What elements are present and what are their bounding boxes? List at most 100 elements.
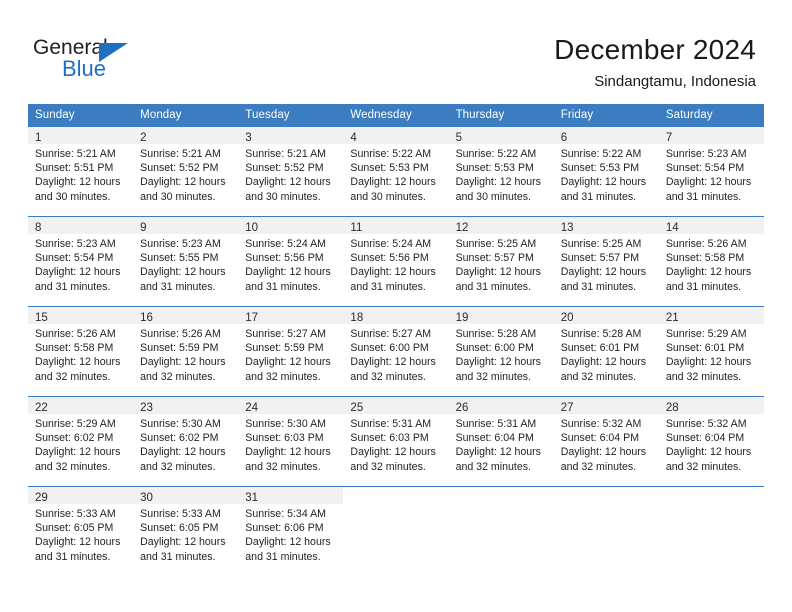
day-number-band: 11: [343, 217, 449, 234]
day-detail-block: Sunrise: 5:26 AM Sunset: 5:58 PM Daylight:…: [28, 324, 133, 384]
calendar-day-cell[interactable]: 4 Sunrise: 5:22 AM Sunset: 5:53 PM Daylight…: [343, 126, 449, 217]
day-number-band: 16: [133, 307, 239, 324]
calendar-day-cell[interactable]: 28 Sunrise: 5:32 AM Sunset: 6:04 PM Dayligh…: [658, 396, 764, 487]
sunrise-text: Sunrise: 5:22 AM: [350, 148, 432, 160]
day-detail-block: Sunrise: 5:33 AM Sunset: 6:05 PM Daylight:…: [133, 504, 238, 564]
page-subtitle: Sindangtamu, Indonesia: [594, 73, 756, 90]
day-detail-block: Sunrise: 5:31 AM Sunset: 6:03 PM Daylight:…: [343, 414, 448, 474]
sunset-text: Sunset: 5:59 PM: [140, 342, 219, 355]
calendar-day-cell[interactable]: 8 Sunrise: 5:23 AM Sunset: 5:54 PM Daylight…: [28, 216, 134, 307]
calendar-day-cell[interactable]: 30 Sunrise: 5:33 AM Sunset: 6:05 PM Dayligh…: [133, 486, 239, 577]
day-detail-block: Sunrise: 5:27 AM Sunset: 6:00 PM Daylight:…: [343, 324, 448, 384]
calendar-day-cell[interactable]: 25 Sunrise: 5:31 AM Sunset: 6:03 PM Dayligh…: [343, 396, 449, 487]
day-number: 28: [665, 402, 679, 414]
calendar-day-cell[interactable]: 2 Sunrise: 5:21 AM Sunset: 5:52 PM Daylight…: [133, 126, 239, 217]
calendar-day-cell[interactable]: 29 Sunrise: 5:33 AM Sunset: 6:05 PM Dayligh…: [28, 486, 134, 577]
day-number-band: 17: [238, 307, 344, 324]
calendar-day-cell[interactable]: 27 Sunrise: 5:32 AM Sunset: 6:04 PM Dayligh…: [553, 396, 659, 487]
calendar-day-cell[interactable]: 21 Sunrise: 5:29 AM Sunset: 6:01 PM Dayligh…: [658, 306, 764, 397]
calendar-day-cell[interactable]: 16 Sunrise: 5:26 AM Sunset: 5:59 PM Dayligh…: [133, 306, 239, 397]
sunrise-text: Sunrise: 5:25 AM: [560, 238, 642, 250]
title-block: December 2024 Sindangtamu, Indonesia: [554, 33, 756, 92]
calendar-day-cell[interactable]: 15 Sunrise: 5:26 AM Sunset: 5:58 PM Dayligh…: [28, 306, 134, 397]
daylight-text-line2: and 32 minutes.: [35, 460, 111, 473]
daylight-text-line1: Daylight: 12 hours: [665, 356, 752, 369]
sunset-text: Sunset: 5:54 PM: [35, 252, 114, 265]
daylight-text-line2: and 31 minutes.: [350, 280, 426, 293]
daylight-text-line1: Daylight: 12 hours: [455, 176, 541, 189]
sunset-text: Sunset: 6:04 PM: [665, 432, 745, 445]
calendar-page: General Blue December 2024 Sindangtamu, …: [0, 0, 792, 612]
daylight-text-line1: Daylight: 12 hours: [35, 446, 121, 459]
day-number-band: 24: [238, 397, 344, 414]
day-number-band: 19: [448, 307, 554, 324]
day-number-band: 6: [553, 127, 659, 144]
day-number: 27: [560, 402, 574, 414]
calendar-day-cell[interactable]: 13 Sunrise: 5:25 AM Sunset: 5:57 PM Dayligh…: [553, 216, 659, 307]
calendar-day-cell[interactable]: 10 Sunrise: 5:24 AM Sunset: 5:56 PM Dayligh…: [238, 216, 344, 307]
daylight-text-line2: and 32 minutes.: [560, 370, 637, 383]
calendar-day-cell[interactable]: 19 Sunrise: 5:28 AM Sunset: 6:00 PM Dayligh…: [448, 306, 554, 397]
calendar-day-cell[interactable]: 24 Sunrise: 5:30 AM Sunset: 6:03 PM Dayligh…: [238, 396, 344, 487]
calendar-day-cell[interactable]: 23 Sunrise: 5:30 AM Sunset: 6:02 PM Dayligh…: [133, 396, 239, 487]
daylight-text-line1: Daylight: 12 hours: [350, 266, 436, 279]
logo-text-blue: Blue: [62, 56, 107, 81]
daylight-text-line2: and 31 minutes.: [245, 550, 321, 563]
calendar-day-cell[interactable]: 7 Sunrise: 5:23 AM Sunset: 5:54 PM Daylight…: [658, 126, 764, 217]
day-number: 16: [140, 312, 153, 324]
daylight-text-line2: and 32 minutes.: [665, 460, 742, 473]
calendar-day-cell[interactable]: 1 Sunrise: 5:21 AM Sunset: 5:51 PM Daylight…: [28, 126, 134, 217]
calendar-day-cell-empty: [658, 486, 764, 577]
sunset-text: Sunset: 5:53 PM: [560, 162, 640, 175]
sunrise-text: Sunrise: 5:23 AM: [665, 148, 747, 160]
day-detail-block: Sunrise: 5:29 AM Sunset: 6:02 PM Daylight:…: [28, 414, 133, 474]
general-blue-logo[interactable]: General Blue: [33, 36, 163, 82]
calendar-week-row: 29 Sunrise: 5:33 AM Sunset: 6:05 PM Dayligh…: [28, 486, 764, 577]
sunset-text: Sunset: 5:57 PM: [455, 252, 534, 265]
sunset-text: Sunset: 5:52 PM: [140, 162, 219, 175]
sunrise-text: Sunrise: 5:22 AM: [560, 148, 642, 160]
daylight-text-line1: Daylight: 12 hours: [665, 176, 752, 189]
day-detail-block: Sunrise: 5:23 AM Sunset: 5:55 PM Daylight:…: [133, 234, 238, 294]
day-detail-block: Sunrise: 5:31 AM Sunset: 6:04 PM Daylight:…: [449, 414, 554, 474]
day-detail-block: Sunrise: 5:25 AM Sunset: 5:57 PM Daylight:…: [449, 234, 554, 294]
sunset-text: Sunset: 5:53 PM: [455, 162, 534, 175]
daylight-text-line2: and 31 minutes.: [140, 280, 216, 293]
daylight-text-line1: Daylight: 12 hours: [665, 266, 752, 279]
sunrise-text: Sunrise: 5:34 AM: [245, 508, 326, 520]
calendar-day-cell[interactable]: 9 Sunrise: 5:23 AM Sunset: 5:55 PM Daylight…: [133, 216, 239, 307]
weekday-header-monday: Monday: [133, 104, 239, 127]
calendar-day-cell[interactable]: 26 Sunrise: 5:31 AM Sunset: 6:04 PM Dayligh…: [448, 396, 554, 487]
sunrise-text: Sunrise: 5:23 AM: [35, 238, 116, 250]
daylight-text-line1: Daylight: 12 hours: [140, 356, 226, 369]
calendar-day-cell[interactable]: 5 Sunrise: 5:22 AM Sunset: 5:53 PM Daylight…: [448, 126, 554, 217]
sunset-text: Sunset: 6:03 PM: [245, 432, 324, 445]
calendar-day-cell[interactable]: 3 Sunrise: 5:21 AM Sunset: 5:52 PM Daylight…: [238, 126, 344, 217]
calendar-day-cell[interactable]: 17 Sunrise: 5:27 AM Sunset: 5:59 PM Dayligh…: [238, 306, 344, 397]
day-number: 10: [245, 222, 259, 234]
sunset-text: Sunset: 6:04 PM: [455, 432, 534, 445]
day-detail-block: Sunrise: 5:21 AM Sunset: 5:52 PM Daylight:…: [238, 144, 343, 204]
calendar-day-cell[interactable]: 6 Sunrise: 5:22 AM Sunset: 5:53 PM Daylight…: [553, 126, 659, 217]
day-number: 13: [560, 222, 574, 234]
calendar-day-cell[interactable]: 18 Sunrise: 5:27 AM Sunset: 6:00 PM Dayligh…: [343, 306, 449, 397]
calendar-day-cell[interactable]: 20 Sunrise: 5:28 AM Sunset: 6:01 PM Dayligh…: [553, 306, 659, 397]
calendar-day-cell[interactable]: 31 Sunrise: 5:34 AM Sunset: 6:06 PM Dayligh…: [238, 486, 344, 577]
sunrise-text: Sunrise: 5:21 AM: [140, 148, 221, 160]
sunrise-text: Sunrise: 5:29 AM: [665, 328, 747, 340]
day-detail-block: Sunrise: 5:34 AM Sunset: 6:06 PM Daylight:…: [238, 504, 343, 564]
day-number: 17: [245, 312, 259, 324]
day-detail-block: Sunrise: 5:24 AM Sunset: 5:56 PM Daylight:…: [343, 234, 448, 294]
day-number: 2: [140, 132, 147, 144]
calendar-day-cell[interactable]: 22 Sunrise: 5:29 AM Sunset: 6:02 PM Dayligh…: [28, 396, 134, 487]
daylight-text-line1: Daylight: 12 hours: [665, 446, 752, 459]
daylight-text-line1: Daylight: 12 hours: [455, 446, 541, 459]
calendar-day-cell[interactable]: 12 Sunrise: 5:25 AM Sunset: 5:57 PM Dayligh…: [448, 216, 554, 307]
day-number-band: 8: [28, 217, 134, 234]
daylight-text-line2: and 31 minutes.: [245, 280, 321, 293]
day-detail-block: Sunrise: 5:28 AM Sunset: 6:00 PM Daylight:…: [449, 324, 554, 384]
sunrise-text: Sunrise: 5:31 AM: [350, 418, 432, 430]
sunset-text: Sunset: 5:56 PM: [350, 252, 429, 265]
calendar-day-cell[interactable]: 14 Sunrise: 5:26 AM Sunset: 5:58 PM Dayligh…: [658, 216, 764, 307]
calendar-day-cell[interactable]: 11 Sunrise: 5:24 AM Sunset: 5:56 PM Dayligh…: [343, 216, 449, 307]
